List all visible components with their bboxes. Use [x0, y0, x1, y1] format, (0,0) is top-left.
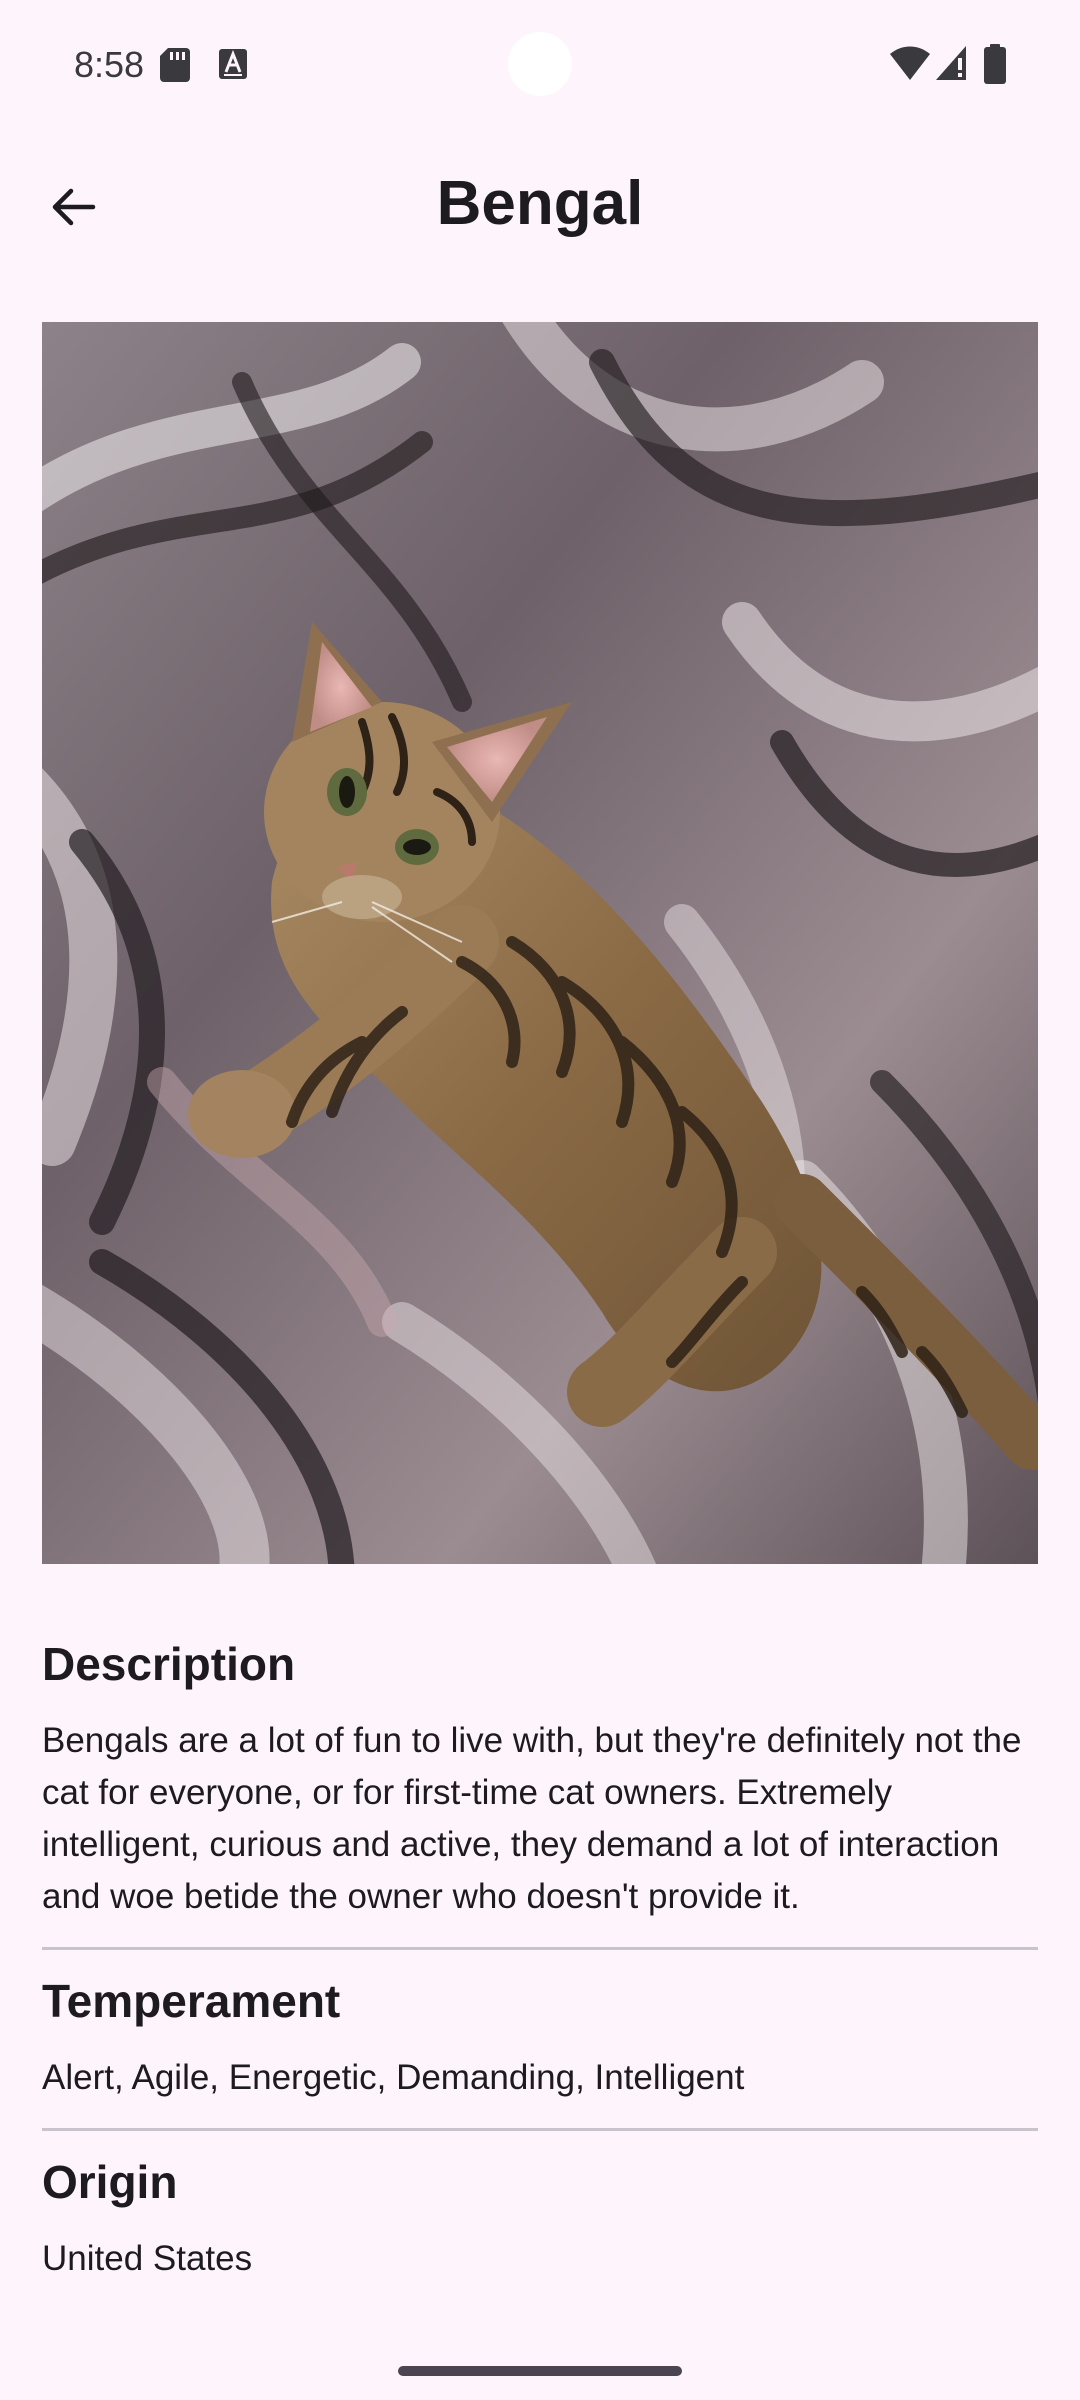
status-bar: 8:58	[0, 0, 1080, 130]
camera-cutout	[508, 32, 572, 96]
divider	[42, 1947, 1038, 1950]
battery-icon	[984, 44, 1006, 84]
status-time: 8:58	[74, 44, 145, 85]
origin-text: United States	[42, 2239, 253, 2278]
home-indicator[interactable]	[398, 2366, 682, 2376]
wifi-icon	[890, 46, 930, 80]
breed-details: Description Bengals are a lot of fun to …	[42, 1625, 1038, 2285]
sd-card-icon	[160, 48, 190, 82]
divider	[42, 2128, 1038, 2131]
description-heading: Description	[42, 1638, 296, 1690]
origin-heading: Origin	[42, 2156, 178, 2208]
top-app-bar: Bengal	[0, 140, 1080, 270]
font-notification-icon	[219, 49, 247, 79]
description-text: Bengals are a lot of fun to live with, b…	[42, 1721, 1022, 1916]
temperament-heading: Temperament	[42, 1975, 341, 2027]
temperament-text: Alert, Agile, Energetic, Demanding, Inte…	[42, 2058, 745, 2097]
cell-signal-icon	[936, 46, 966, 80]
cat-photo	[42, 322, 1038, 1564]
page-title: Bengal	[436, 169, 644, 238]
